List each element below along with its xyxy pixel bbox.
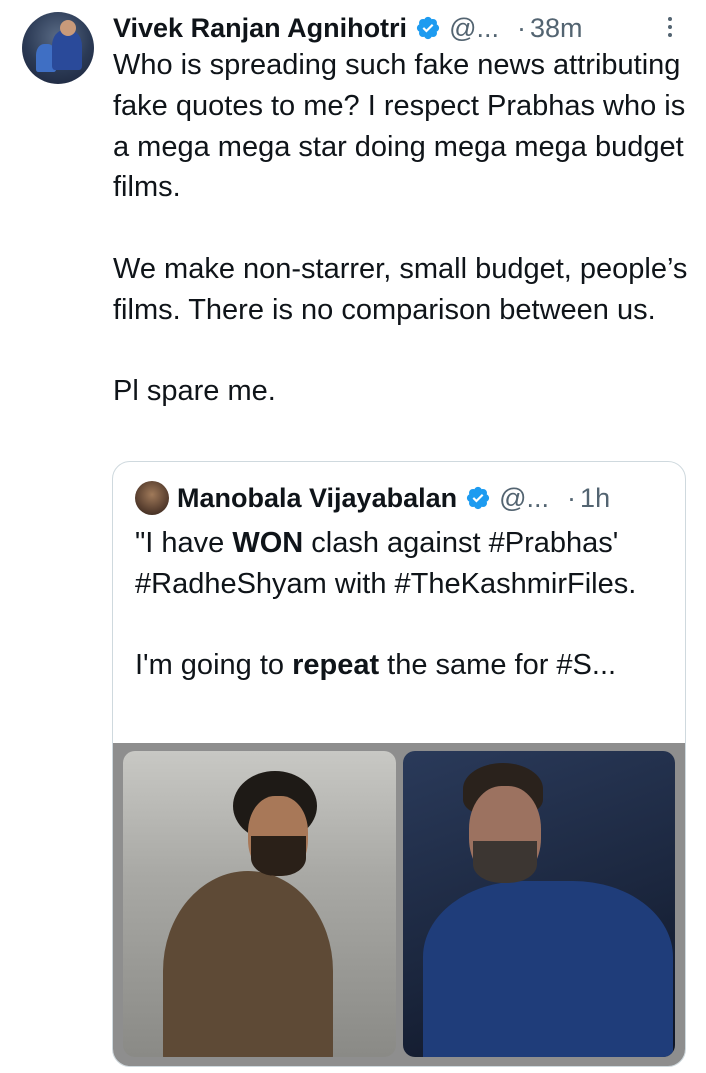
quoted-tweet-card[interactable]: Manobala Vijayabalan @... · 1h "I have W… [112,461,686,1067]
quoted-media[interactable] [113,743,685,1066]
tweet-paragraph: We make non-starrer, small budget, peopl… [113,252,688,326]
verified-badge-icon [467,486,490,510]
author-handle[interactable]: @... [449,13,499,44]
verified-badge-icon [416,16,440,40]
quoted-tweet-time[interactable]: 1h [580,483,610,514]
bold-text: repeat [292,648,380,681]
quoted-author-avatar[interactable] [135,481,169,515]
author-name[interactable]: Vivek Ranjan Agnihotri [113,13,407,44]
author-avatar[interactable] [22,12,94,84]
text-span: the same for #S... [379,648,617,681]
bold-text: WON [232,527,304,559]
separator-dot: · [516,12,526,43]
separator-dot: · [567,482,577,513]
quoted-paragraph: "I have WON clash against #Prabhas' #Rad… [135,523,675,604]
text-span: "I have [135,527,233,559]
quoted-author-handle[interactable]: @... [499,483,549,514]
more-vertical-icon[interactable] [666,14,674,40]
media-photo-right[interactable] [403,751,675,1057]
quoted-tweet-text: "I have WON clash against #Prabhas' #Rad… [135,523,675,685]
tweet-time[interactable]: 38m [530,13,583,44]
text-span: I'm going to [135,648,293,681]
tweet-header: Vivek Ranjan Agnihotri @... · 38m [113,8,678,48]
tweet-paragraph: Who is spreading such fake news attribut… [113,49,686,204]
tweet-text: Who is spreading such fake news attribut… [113,45,693,412]
quoted-author-name[interactable]: Manobala Vijayabalan [177,483,457,514]
quoted-paragraph: I'm going to repeat the same for #S... [135,645,675,686]
tweet-paragraph: Pl spare me. [113,375,276,408]
quoted-tweet-header: Manobala Vijayabalan @... · 1h [135,480,610,516]
media-photo-left[interactable] [123,751,396,1057]
